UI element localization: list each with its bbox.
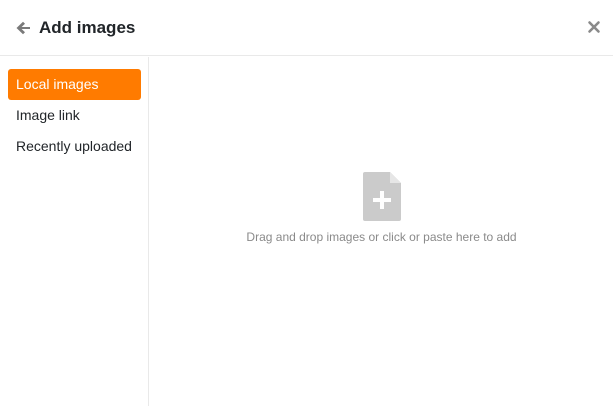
- back-button[interactable]: [14, 19, 32, 37]
- arrow-left-icon: [16, 21, 30, 35]
- dialog-title: Add images: [39, 18, 136, 37]
- sidebar-item-recently-uploaded[interactable]: Recently uploaded: [8, 131, 141, 162]
- file-plus-icon: [363, 172, 401, 221]
- sidebar-item-local-images[interactable]: Local images: [8, 69, 141, 100]
- sidebar-item-image-link[interactable]: Image link: [8, 100, 141, 131]
- sidebar: Local images Image link Recently uploade…: [0, 57, 149, 406]
- main-panel: Drag and drop images or click or paste h…: [150, 57, 613, 406]
- drop-hint-text: Drag and drop images or click or paste h…: [246, 230, 517, 244]
- add-images-dialog: Add images Local images Image link Recen…: [0, 0, 613, 406]
- dialog-header: Add images: [0, 0, 613, 56]
- close-icon: [588, 21, 600, 33]
- image-drop-zone[interactable]: Drag and drop images or click or paste h…: [150, 57, 613, 406]
- close-button[interactable]: [587, 20, 601, 34]
